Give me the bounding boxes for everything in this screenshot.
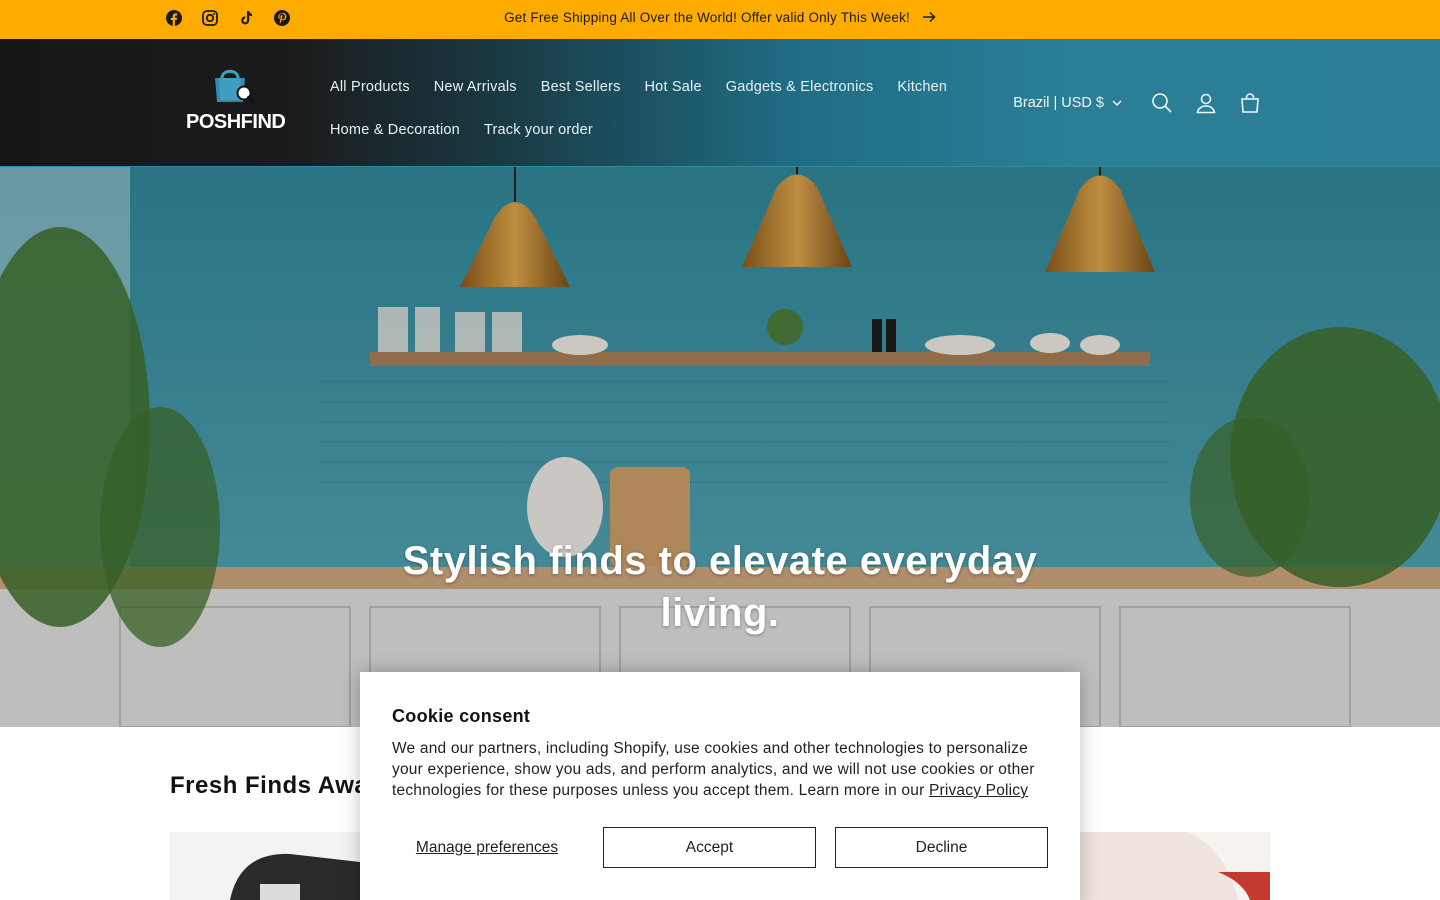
nav-row-1: All Products New Arrivals Best Sellers H… [318,65,978,108]
cookie-consent-dialog: Cookie consent We and our partners, incl… [360,672,1080,900]
manage-preferences-button[interactable]: Manage preferences [392,827,582,868]
arrow-right-icon [922,11,936,26]
country-currency-label: Brazil | USD $ [1013,95,1104,111]
hero-title: Stylish finds to elevate everyday living… [402,539,1038,635]
site-header: POSHFIND All Products New Arrivals Best … [0,39,1440,167]
cart-icon[interactable] [1228,81,1272,125]
product-image-smartwatch[interactable] [170,832,370,900]
privacy-policy-link[interactable]: Privacy Policy [929,782,1028,799]
nav-hot-sale[interactable]: Hot Sale [633,79,714,95]
nav-kitchen[interactable]: Kitchen [885,79,959,95]
product-image-right[interactable] [1078,832,1270,900]
nav-row-2: Home & Decoration Track your order [318,108,978,151]
announcement-message[interactable]: Get Free Shipping All Over the World! Of… [0,10,1440,26]
announcement-text[interactable]: Get Free Shipping All Over the World! Of… [504,10,910,25]
account-icon[interactable] [1184,81,1228,125]
nav-gadgets-electronics[interactable]: Gadgets & Electronics [714,79,886,95]
main-navigation: All Products New Arrivals Best Sellers H… [318,65,978,151]
nav-new-arrivals[interactable]: New Arrivals [422,79,529,95]
kitchen-hero-image [0,167,1440,727]
announcement-bar: Get Free Shipping All Over the World! Of… [0,0,1440,39]
logo[interactable]: POSHFIND [186,66,286,136]
nav-best-sellers[interactable]: Best Sellers [529,79,633,95]
chevron-down-icon [1112,95,1122,111]
smartwatch-image [230,853,360,900]
country-currency-selector[interactable]: Brazil | USD $ [1013,95,1122,111]
nav-home-decoration[interactable]: Home & Decoration [318,122,472,138]
decline-button[interactable]: Decline [835,827,1048,868]
product-photo-image [1188,832,1270,900]
search-icon[interactable] [1140,81,1184,125]
nav-all-products[interactable]: All Products [318,79,422,95]
nav-track-order[interactable]: Track your order [472,122,605,138]
cookie-title: Cookie consent [392,706,531,726]
cookie-message: We and our partners, including Shopify, … [392,738,1052,801]
shopping-bag-logo-icon [215,69,255,104]
header-actions: Brazil | USD $ [1013,83,1272,123]
hero-banner[interactable]: Stylish finds to elevate everyday living… [0,167,1440,727]
logo-text: POSHFIND [186,111,286,133]
accept-button[interactable]: Accept [603,827,816,868]
